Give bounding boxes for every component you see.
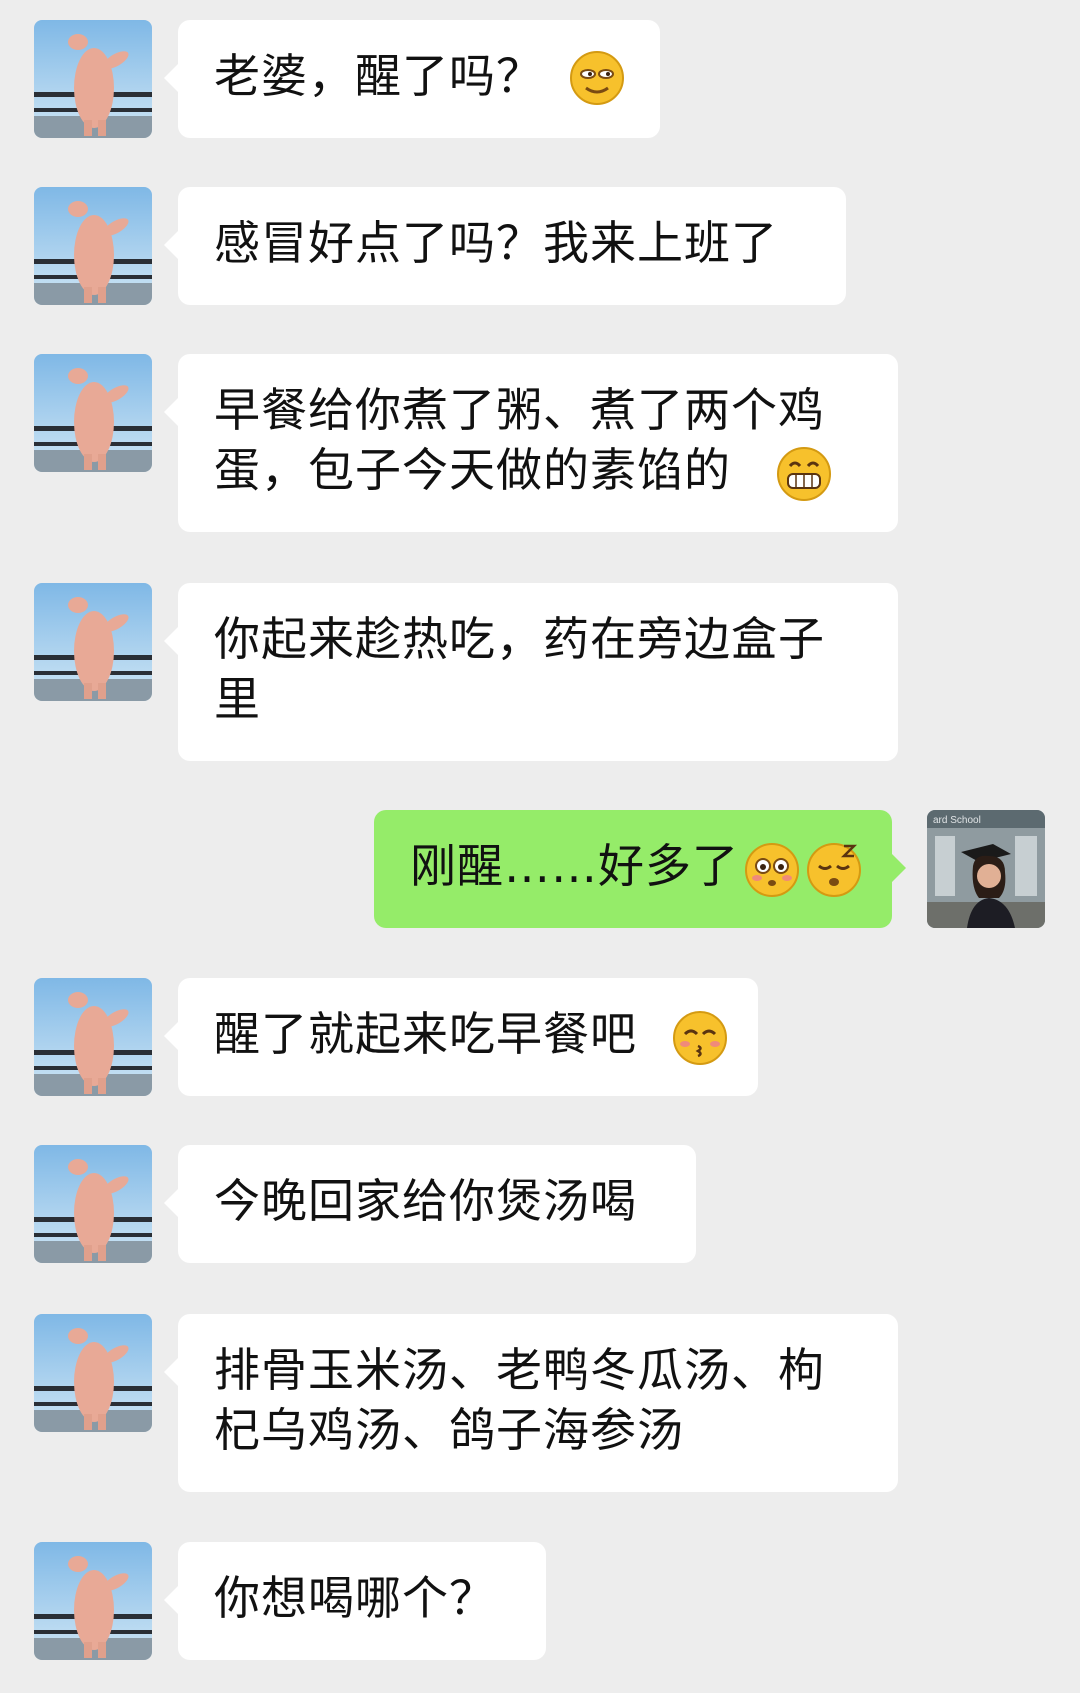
message-bubble[interactable]: 醒了就起来吃早餐吧 [164,978,758,1096]
sleepy-face-icon [806,842,861,897]
message-text: 里 [214,672,261,726]
message-bubble[interactable]: 你起来趁热吃，药在旁边盒子 里 [164,583,898,761]
message-text: 老婆，醒了吗？ [214,49,543,103]
graduate-avatar-icon[interactable]: ard School [927,810,1045,928]
pig-avatar-icon[interactable] [34,583,152,701]
message-bubble[interactable]: 老婆，醒了吗？ [164,20,660,138]
message-bubble-self[interactable]: 刚醒……好多了 [374,810,906,928]
message-text: 你起来趁热吃，药在旁边盒子 [214,612,825,666]
message-row: 你想喝哪个？ [0,1542,1080,1662]
chat-window: 老婆，醒了吗？ 感冒好点了吗？我来上班了 早餐给你煮了粥、煮了两个鸡 蛋，包子今… [0,0,1080,1693]
message-row: 今晚回家给你煲汤喝 [0,1145,1080,1265]
pig-avatar-icon[interactable] [34,1314,152,1432]
message-bubble[interactable]: 排骨玉米汤、老鸭冬瓜汤、枸 杞乌鸡汤、鸽子海参汤 [164,1314,898,1492]
pig-avatar-icon[interactable] [34,1145,152,1263]
kiss-face-icon [672,1010,727,1065]
message-bubble[interactable]: 感冒好点了吗？我来上班了 [164,187,846,305]
grin-face-icon [776,446,831,501]
pig-avatar-icon[interactable] [34,354,152,472]
message-row: 你起来趁热吃，药在旁边盒子 里 [0,583,1080,763]
message-row: 老婆，醒了吗？ [0,20,1080,140]
avatar-sign-text: ard School [933,815,981,826]
message-text: 你想喝哪个？ [214,1571,496,1625]
message-text: 感冒好点了吗？我来上班了 [214,216,778,270]
message-bubble[interactable]: 今晚回家给你煲汤喝 [164,1145,696,1263]
message-text: 排骨玉米汤、老鸭冬瓜汤、枸 [214,1343,825,1397]
message-row: 排骨玉米汤、老鸭冬瓜汤、枸 杞乌鸡汤、鸽子海参汤 [0,1314,1080,1494]
pig-avatar-icon[interactable] [34,978,152,1096]
blush-face-icon [744,842,799,897]
message-row: 早餐给你煮了粥、煮了两个鸡 蛋，包子今天做的素馅的 [0,354,1080,534]
message-text: 蛋，包子今天做的素馅的 [214,443,731,497]
message-text: 今晚回家给你煲汤喝 [214,1174,637,1228]
message-bubble[interactable]: 早餐给你煮了粥、煮了两个鸡 蛋，包子今天做的素馅的 [164,354,898,532]
message-row: 感冒好点了吗？我来上班了 [0,187,1080,307]
pig-avatar-icon[interactable] [34,20,152,138]
message-text: 早餐给你煮了粥、煮了两个鸡 [214,383,825,437]
message-text: 杞乌鸡汤、鸽子海参汤 [214,1403,684,1457]
smirk-face-icon [569,50,624,105]
pig-avatar-icon[interactable] [34,1542,152,1660]
message-row-self: 刚醒……好多了 ard School [0,810,1080,930]
message-bubble[interactable]: 你想喝哪个？ [164,1542,546,1660]
pig-avatar-icon[interactable] [34,187,152,305]
message-row: 醒了就起来吃早餐吧 [0,978,1080,1098]
message-text: 醒了就起来吃早餐吧 [214,1007,637,1061]
